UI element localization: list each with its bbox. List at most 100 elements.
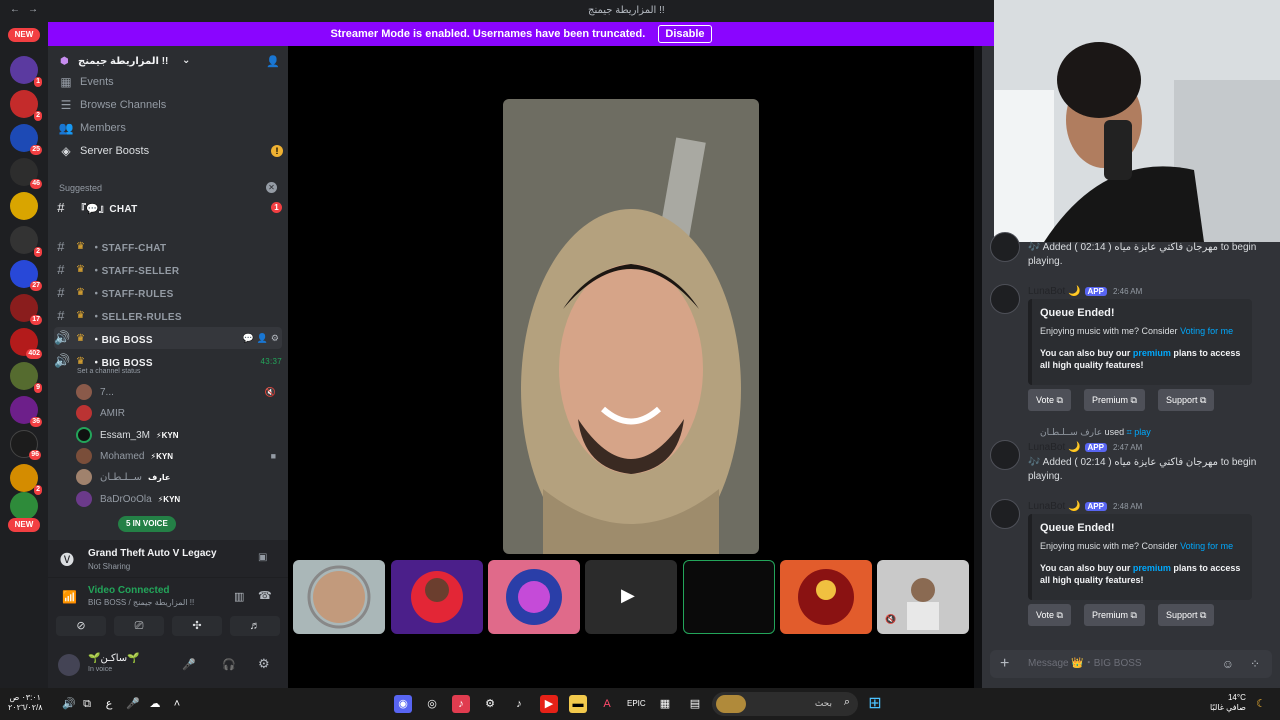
soundboard-icon[interactable]: ♬ [230,616,280,636]
mic-icon[interactable]: 🎤 [182,658,196,671]
share-screen-icon[interactable]: ▣ [258,552,267,563]
tiktok-live-icon[interactable]: ♪ [452,695,470,713]
server-icon[interactable]: 25 [10,124,42,155]
voice-path[interactable]: BIG BOSS / المزاريطة جيمنج !! [88,598,194,607]
weather-widget[interactable]: 14°C صافي غالبًا [1210,693,1246,713]
nav-server-boosts[interactable]: ◈ Server Boosts ! [58,140,283,162]
channel-staff-rules[interactable]: # ♛ ・STAFF-RULES [54,281,282,303]
vote-button[interactable]: Vote ⧉ [1028,604,1071,626]
avatar[interactable] [990,232,1020,262]
bot-avatar[interactable] [990,440,1020,470]
chevron-up-icon[interactable]: ˄ [168,695,186,713]
server-icon[interactable]: 46 [10,158,42,189]
app-icon[interactable]: ◎ [423,695,441,713]
premium-link[interactable]: premium [1133,348,1171,358]
activities-icon[interactable]: ✣ [172,616,222,636]
server-icon[interactable]: 96 [10,430,41,460]
youtube-icon[interactable]: ▶ [540,695,558,713]
camera-off-icon[interactable]: ⊘ [56,616,106,636]
discord-icon[interactable]: ◉ [394,695,412,713]
headphones-icon[interactable]: 🎧 [222,658,236,671]
voting-link[interactable]: Voting for me [1180,326,1233,336]
bot-name[interactable]: LunaBot 🌙 [1028,442,1081,453]
invite-icon[interactable]: 👤 [266,55,280,68]
disconnect-icon[interactable]: ☎ [258,589,272,602]
server-icon[interactable]: 17 [10,294,42,325]
clock[interactable]: ٠٣:٠١ ص ٢٠٢٦/٠٢/٨ [8,693,43,713]
voice-member[interactable]: ســلـطـان عارف [76,467,276,487]
channel-big-boss-voice[interactable]: 🔊 ♛ ・BIG BOSS 💬👤⚙ [54,327,282,349]
avatar[interactable] [58,654,80,676]
folder-icon[interactable]: ▬ [569,695,587,713]
nav-arrows[interactable]: ←→ [10,4,46,15]
in-voice-pill[interactable]: 5 IN VOICE [118,516,176,532]
command-link[interactable]: ⌗ play [1127,427,1151,437]
video-connected-label[interactable]: Video Connected [88,585,170,596]
participant-tile[interactable] [391,560,483,634]
premium-button[interactable]: Premium ⧉ [1084,389,1145,411]
server-icon[interactable]: 9 [10,362,42,393]
nav-events[interactable]: ▦ Events [58,71,283,93]
apps-icon[interactable]: ⁘ [1250,650,1260,678]
channel-staff-seller[interactable]: # ♛ ・STAFF-SELLER [54,258,282,280]
server-icon[interactable]: 36 [10,396,42,427]
search-bar[interactable]: بحث ⌕ [712,692,858,716]
channel-staff-chat[interactable]: # ♛ ・STAFF-CHAT [54,235,282,257]
voting-link[interactable]: Voting for me [1180,541,1233,551]
bot-avatar[interactable] [990,499,1020,529]
app-icon[interactable]: A [598,695,616,713]
server-icon[interactable] [10,192,38,220]
cloud-icon[interactable]: ☁ [146,695,164,713]
support-button[interactable]: Support ⧉ [1158,604,1215,626]
server-icon[interactable] [10,492,38,520]
reply-user[interactable]: عارف ســلـطـان [1040,427,1102,437]
participant-tile[interactable] [293,560,385,634]
vote-button[interactable]: Vote ⧉ [1028,389,1071,411]
voice-member[interactable]: Mohamed ⚡KYN ■ [76,446,276,466]
participant-tile[interactable]: 🔇 [877,560,969,634]
participant-tile[interactable] [780,560,872,634]
app-icon[interactable]: ▤ [686,695,704,713]
network-icon[interactable]: ⧉ [78,695,96,713]
store-icon[interactable]: ▦ [656,695,674,713]
add-attachment-icon[interactable]: + [1000,650,1009,678]
server-icon[interactable]: 27 [10,260,42,291]
voice-member[interactable]: AMIR [76,403,276,423]
volume-icon[interactable]: 🔊 [60,695,78,713]
server-icon[interactable]: 2 [10,464,42,495]
server-icon[interactable]: 2 [10,226,42,257]
disable-button[interactable]: Disable [658,25,712,43]
emoji-icon[interactable]: ☺ [1222,650,1234,678]
server-icon[interactable]: 402 [10,328,42,359]
suggested-channel-chat[interactable]: # 『💬』CHAT 1 [54,196,282,218]
participant-tile[interactable] [488,560,580,634]
channel-status[interactable]: Set a channel status [77,368,140,375]
voice-member[interactable]: 7... 🔇 [76,382,276,402]
close-icon[interactable]: ✕ [266,182,277,193]
server-icon[interactable]: 1 [10,56,42,87]
channel-actions-icon[interactable]: 💬👤⚙ [243,333,282,344]
nav-browse-channels[interactable]: ☰ Browse Channels [58,94,283,116]
participant-tile[interactable]: ▶ [585,560,677,634]
mic-icon[interactable]: 🎤 [124,695,142,713]
premium-link[interactable]: premium [1133,563,1171,573]
server-icon[interactable]: 2 [10,90,42,121]
windows-start-icon[interactable]: ⊞ [866,695,884,713]
participant-tile-speaking[interactable] [683,560,775,634]
screen-share-icon[interactable]: ⎚ [114,616,164,636]
steam-icon[interactable]: ⚙ [481,695,499,713]
noise-suppression-icon[interactable]: ▥ [234,590,244,603]
weather-moon-icon[interactable]: ☾ [1252,695,1270,713]
voice-member[interactable]: Essam_3M ⚡KYN [76,425,276,445]
epic-games-icon[interactable]: EPIC [627,695,646,713]
bot-avatar[interactable] [990,284,1020,314]
support-button[interactable]: Support ⧉ [1158,389,1215,411]
message-input[interactable]: + Message 👑・BIG BOSS ☺ ⁘ [990,650,1272,678]
language-indicator[interactable]: ع [100,695,118,713]
focused-video[interactable] [503,99,759,554]
channel-seller-rules[interactable]: # ♛ ・SELLER-RULES [54,304,282,326]
voice-member[interactable]: BaDrOoOla ⚡KYN [76,489,276,509]
bot-name[interactable]: LunaBot 🌙 [1028,286,1081,297]
settings-gear-icon[interactable]: ⚙ [258,656,270,672]
premium-button[interactable]: Premium ⧉ [1084,604,1145,626]
